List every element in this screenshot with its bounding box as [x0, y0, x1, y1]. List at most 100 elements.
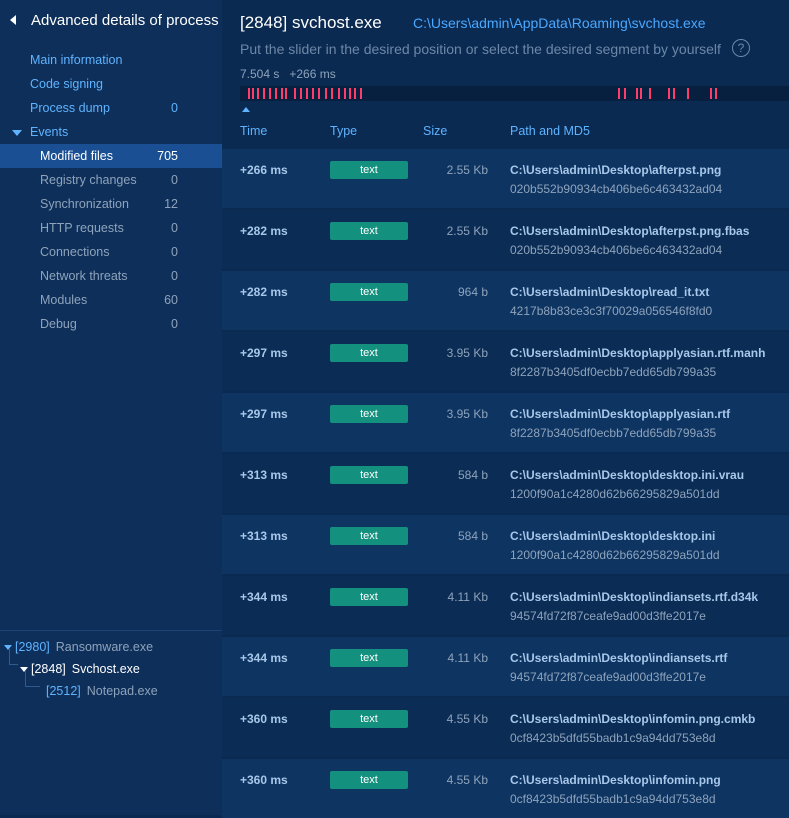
nav-main-information[interactable]: Main information — [0, 48, 222, 72]
col-size[interactable]: Size — [423, 124, 447, 138]
caret-down-icon[interactable] — [4, 645, 12, 651]
type-badge: text — [330, 588, 408, 606]
table-row[interactable]: +360 ms text 4.55 Kb C:\Users\admin\Desktop… — [222, 698, 789, 757]
nav-events[interactable]: Events — [0, 120, 222, 144]
nav-modules[interactable]: Modules 60 — [0, 288, 222, 312]
row-md5: 0cf8423b5dfd55badb1c9a94dd753e8d — [510, 731, 716, 745]
process-title: [2848] svchost.exe — [240, 13, 382, 32]
timeline-event-tick — [640, 88, 642, 99]
timeline-slider[interactable] — [240, 86, 789, 101]
timeline-event-tick — [300, 88, 302, 99]
timeline-event-tick — [618, 88, 620, 99]
nav-connections[interactable]: Connections 0 — [0, 240, 222, 264]
timeline-event-tick — [285, 88, 287, 99]
process-path-link[interactable]: C:\Users\admin\AppData\Roaming\svchost.e… — [413, 15, 706, 31]
tree-pid: [2980] — [15, 640, 50, 654]
row-time: +266 ms — [240, 163, 288, 177]
type-badge: text — [330, 344, 408, 362]
nav-code-signing[interactable]: Code signing — [0, 72, 222, 96]
timeline-event-tick — [649, 88, 651, 99]
row-time: +282 ms — [240, 285, 288, 299]
table-row[interactable]: +360 ms text 4.55 Kb C:\Users\admin\Desktop… — [222, 759, 789, 818]
process-tree: [2980] Ransomware.exe [2848] Svchost.exe [… — [0, 630, 222, 816]
nav-label: Connections — [40, 245, 110, 259]
row-time: +360 ms — [240, 712, 288, 726]
help-icon[interactable]: ? — [732, 39, 750, 57]
timeline-event-tick — [673, 88, 675, 99]
tree-node-ransomware[interactable]: [2980] Ransomware.exe — [4, 640, 153, 654]
row-path: C:\Users\admin\Desktop\desktop.ini — [510, 529, 716, 543]
table-row[interactable]: +344 ms text 4.11 Kb C:\Users\admin\Desktop… — [222, 576, 789, 635]
row-path: C:\Users\admin\Desktop\applyasian.rtf.ma… — [510, 346, 766, 360]
sidebar-header[interactable]: Advanced details of process — [0, 0, 222, 44]
row-size: 4.11 Kb — [447, 590, 488, 604]
nav-modified-files[interactable]: Modified files 705 — [0, 144, 222, 168]
tree-pid: [2512] — [46, 684, 81, 698]
row-size: 4.11 Kb — [447, 651, 488, 665]
caret-down-icon[interactable] — [12, 130, 22, 136]
row-time: +344 ms — [240, 590, 288, 604]
nav-label: HTTP requests — [40, 221, 124, 235]
tree-pid: [2848] — [31, 662, 66, 676]
table-row[interactable]: +313 ms text 584 b C:\Users\admin\Desktop\d… — [222, 454, 789, 513]
tree-name: Svchost.exe — [71, 662, 140, 676]
nav-count: 0 — [171, 245, 178, 259]
nav-process-dump[interactable]: Process dump 0 — [0, 96, 222, 120]
timeline-event-tick — [338, 88, 340, 99]
tree-node-notepad[interactable]: [2512] Notepad.exe — [46, 684, 158, 698]
type-badge: text — [330, 771, 408, 789]
timeline-event-tick — [687, 88, 689, 99]
row-md5: 1200f90a1c4280d62b66295829a501dd — [510, 548, 720, 562]
nav-count: 0 — [171, 101, 178, 115]
slider-marker-icon[interactable] — [242, 107, 250, 112]
row-path: C:\Users\admin\Desktop\read_it.txt — [510, 285, 710, 299]
timeline-event-tick — [624, 88, 626, 99]
table-row[interactable]: +297 ms text 3.95 Kb C:\Users\admin\Desktop… — [222, 393, 789, 452]
nav-debug[interactable]: Debug 0 — [0, 312, 222, 336]
back-arrow-icon[interactable] — [10, 15, 16, 25]
caret-down-icon[interactable] — [20, 667, 28, 673]
col-type[interactable]: Type — [330, 124, 357, 138]
table-row[interactable]: +282 ms text 964 b C:\Users\admin\Desktop\r… — [222, 271, 789, 330]
table-row[interactable]: +313 ms text 584 b C:\Users\admin\Desktop\d… — [222, 515, 789, 574]
timeline-event-tick — [252, 88, 254, 99]
timeline-event-tick — [349, 88, 351, 99]
timeline-event-tick — [325, 88, 327, 99]
timeline-event-tick — [306, 88, 308, 99]
row-path: C:\Users\admin\Desktop\infomin.png.cmkb — [510, 712, 756, 726]
row-time: +297 ms — [240, 407, 288, 421]
table-row[interactable]: +344 ms text 4.11 Kb C:\Users\admin\Desktop… — [222, 637, 789, 696]
slider-hint: Put the slider in the desired position o… — [240, 41, 721, 57]
table-row[interactable]: +297 ms text 3.95 Kb C:\Users\admin\Desktop… — [222, 332, 789, 391]
timeline-event-tick — [715, 88, 717, 99]
nav-http-requests[interactable]: HTTP requests 0 — [0, 216, 222, 240]
row-md5: 1200f90a1c4280d62b66295829a501dd — [510, 487, 720, 501]
row-path: C:\Users\admin\Desktop\afterpst.png.fbas — [510, 224, 750, 238]
nav-label: Events — [30, 125, 69, 139]
timeline-event-tick — [275, 88, 277, 99]
timeline-event-tick — [668, 88, 670, 99]
timeline-event-tick — [312, 88, 314, 99]
nav-count: 0 — [171, 317, 178, 331]
timeline-event-tick — [360, 88, 362, 99]
table-row[interactable]: +282 ms text 2.55 Kb C:\Users\admin\Desktop… — [222, 210, 789, 269]
row-size: 2.55 Kb — [446, 163, 488, 177]
row-path: C:\Users\admin\Desktop\infomin.png — [510, 773, 721, 787]
nav-count: 0 — [171, 221, 178, 235]
col-time[interactable]: Time — [240, 124, 267, 138]
table-row[interactable]: +266 ms text 2.55 Kb C:\Users\admin\Desktop… — [222, 149, 789, 208]
row-md5: 94574fd72f87ceafe9ad00d3ffe2017e — [510, 670, 706, 684]
nav-label: Modules — [40, 293, 88, 307]
nav-registry-changes[interactable]: Registry changes 0 — [0, 168, 222, 192]
tree-name: Notepad.exe — [86, 684, 158, 698]
nav-network-threats[interactable]: Network threats 0 — [0, 264, 222, 288]
row-time: +344 ms — [240, 651, 288, 665]
row-time: +360 ms — [240, 773, 288, 787]
timeline-event-tick — [281, 88, 283, 99]
nav-synchronization[interactable]: Synchronization 12 — [0, 192, 222, 216]
timeline-event-tick — [263, 88, 265, 99]
nav-label: Network threats — [40, 269, 128, 283]
tree-node-svchost[interactable]: [2848] Svchost.exe — [20, 662, 140, 676]
col-path-md5[interactable]: Path and MD5 — [510, 124, 590, 138]
timeline-event-tick — [354, 88, 356, 99]
